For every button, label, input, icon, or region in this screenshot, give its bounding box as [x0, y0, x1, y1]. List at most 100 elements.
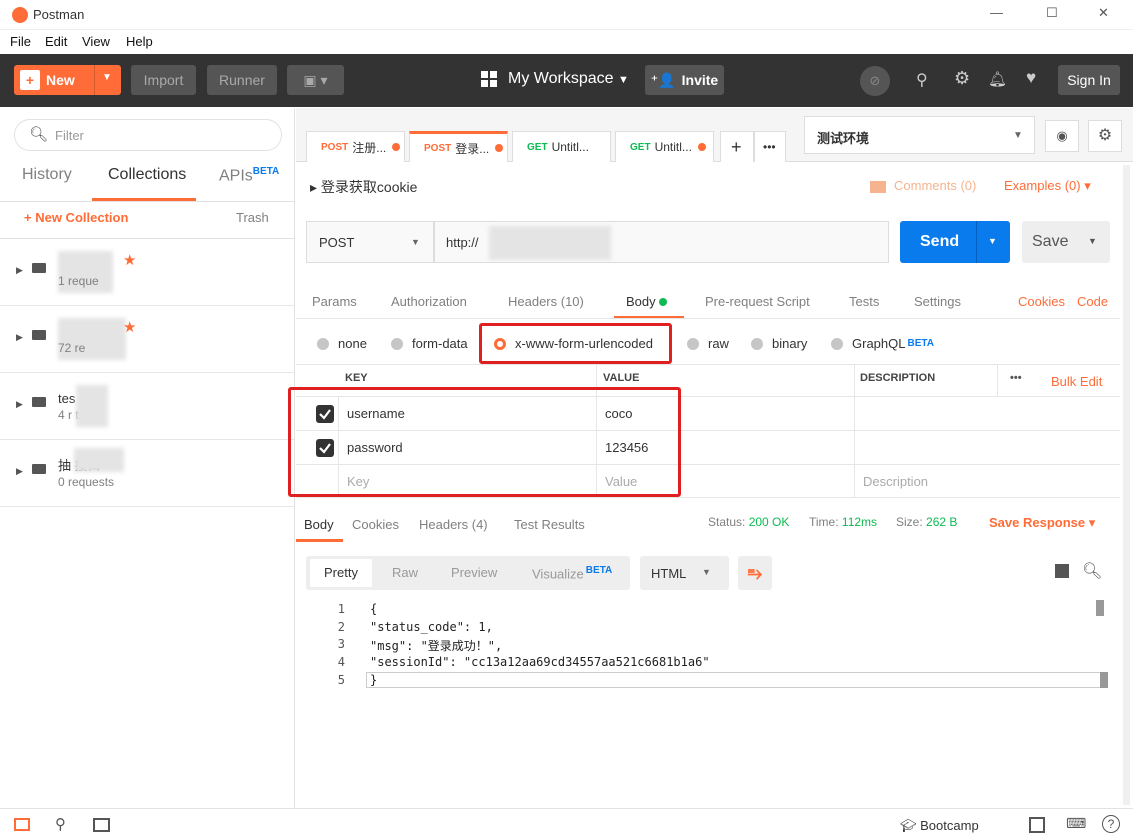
tab-tests[interactable]: Tests [849, 294, 879, 309]
view-raw[interactable]: Raw [392, 565, 418, 580]
new-window-button[interactable]: ▣ ▾ [287, 65, 344, 95]
tab-collections[interactable]: Collections [108, 166, 186, 184]
minimize-button[interactable]: — [990, 5, 1003, 20]
tab-pre-request-script[interactable]: Pre-request Script [705, 294, 810, 309]
save-response-button[interactable]: Save Response ▾ [989, 515, 1095, 531]
response-tab-test-results[interactable]: Test Results [514, 517, 585, 532]
url-input[interactable]: http:// 0/api/login [434, 221, 889, 263]
trash-button[interactable]: Trash [236, 210, 269, 225]
highlight-box [288, 387, 681, 497]
menu-help[interactable]: Help [126, 34, 153, 49]
folder-icon [32, 330, 46, 340]
collection-item[interactable]: ▶ 抽 接口 0 requests [0, 440, 294, 507]
star-icon: ★ [123, 319, 137, 336]
tab-request[interactable]: GET Untitl... [512, 131, 611, 162]
tab-params[interactable]: Params [312, 294, 357, 309]
radio-none[interactable]: none [317, 336, 367, 351]
save-button[interactable]: Save ▼ [1022, 221, 1110, 263]
interceptor-icon[interactable]: ⚲ [916, 70, 928, 90]
collection-item[interactable]: ▶ ★ 72 re [0, 306, 294, 373]
request-title[interactable]: ▸ 登录获取cookie [310, 177, 417, 197]
chevron-down-icon: ▼ [411, 237, 420, 247]
environment-selector[interactable]: 测试环境 ▼ [804, 116, 1035, 154]
radio-graphql[interactable]: GraphQL BETA [831, 336, 934, 351]
new-description-input[interactable]: Description [863, 474, 928, 489]
code-link[interactable]: Code [1077, 294, 1108, 309]
help-icon[interactable]: ? [1102, 815, 1120, 833]
response-tab-body[interactable]: Body [304, 517, 334, 532]
workspace-selector[interactable]: My Workspace ▼ [508, 70, 629, 88]
sidebar-toggle-icon[interactable] [14, 818, 30, 831]
menu-view[interactable]: View [82, 34, 110, 49]
response-tab-cookies[interactable]: Cookies [352, 517, 399, 532]
collection-item[interactable]: ▶ tes ▮口 4 r ts [0, 373, 294, 440]
runner-button[interactable]: Runner [207, 65, 277, 95]
folder-icon [32, 263, 46, 273]
tab-request-active[interactable]: POST 登录... [409, 131, 508, 162]
gear-icon[interactable]: ⚙ [1088, 120, 1122, 152]
bulk-edit-button[interactable]: Bulk Edit [1051, 374, 1102, 389]
tab-settings[interactable]: Settings [914, 294, 961, 309]
add-tab-button[interactable]: + [720, 131, 754, 162]
chevron-right-icon: ▶ [16, 332, 23, 342]
two-pane-icon[interactable] [1029, 817, 1045, 833]
bootcamp-button[interactable]: 🎓︎ Bootcamp [900, 818, 979, 834]
collection-item[interactable]: ▶ ★ 1 reque [0, 239, 294, 306]
heart-icon[interactable]: ♥ [1026, 68, 1036, 88]
method-select[interactable]: POST ▼ [306, 221, 434, 263]
main-scrollbar[interactable] [1123, 165, 1130, 805]
new-collection-button[interactable]: + New Collection [24, 210, 128, 225]
maximize-button[interactable]: ☐ [1046, 5, 1058, 21]
scrollbar[interactable] [1096, 600, 1104, 616]
radio-binary[interactable]: binary [751, 336, 807, 351]
tab-history[interactable]: History [22, 166, 72, 184]
scrollbar[interactable] [1100, 672, 1108, 688]
wrap-lines-icon[interactable]: ⥱ [738, 556, 772, 590]
more-tabs-button[interactable]: ••• [754, 131, 786, 162]
new-button[interactable]: + New ▼ [14, 65, 121, 95]
send-button[interactable]: Send ▼ [900, 221, 1010, 263]
response-size: Size: 262 B [896, 515, 958, 529]
view-pretty[interactable]: Pretty [310, 559, 372, 587]
tab-headers[interactable]: Headers (10) [508, 294, 584, 309]
invite-button[interactable]: ⁺👤 Invite [645, 65, 724, 95]
cookies-link[interactable]: Cookies [1018, 294, 1065, 309]
tab-body[interactable]: Body [626, 294, 668, 309]
radio-form-data[interactable]: form-data [391, 336, 468, 351]
close-button[interactable]: ✕ [1098, 5, 1109, 21]
folder-icon [32, 397, 46, 407]
radio-raw[interactable]: raw [687, 336, 729, 351]
copy-icon[interactable] [1055, 564, 1069, 578]
search-icon[interactable]: 🔍︎ [1082, 561, 1102, 581]
filter-input[interactable]: 🔍︎ Filter [14, 119, 282, 151]
title-bar: Postman — ☐ ✕ [0, 0, 1133, 30]
tab-authorization[interactable]: Authorization [391, 294, 467, 309]
response-tab-headers[interactable]: Headers (4) [419, 517, 488, 532]
tab-request[interactable]: GET Untitl... [615, 131, 714, 162]
view-visualize[interactable]: Visualize BETA [532, 565, 612, 581]
comments-button[interactable]: Comments (0) [870, 178, 976, 193]
import-button[interactable]: Import [131, 65, 196, 95]
tab-apis[interactable]: APIsBETA [219, 166, 279, 185]
bell-icon[interactable]: 🔔︎ [988, 70, 1007, 88]
settings-icon[interactable]: ⚙ [954, 68, 970, 89]
more-options-button[interactable]: ••• [1010, 372, 1022, 384]
console-icon[interactable] [93, 818, 110, 832]
folder-icon [32, 464, 46, 474]
highlight-box [479, 323, 672, 364]
tab-request[interactable]: POST 注册... [306, 131, 405, 162]
format-select[interactable]: HTML ▼ [640, 556, 729, 590]
eye-icon[interactable]: ◉ [1045, 120, 1079, 152]
sign-in-button[interactable]: Sign In [1058, 65, 1120, 95]
keyboard-icon[interactable]: ⌨ [1066, 815, 1086, 832]
examples-button[interactable]: Examples (0) ▾ [1004, 178, 1091, 194]
add-user-icon: ⁺👤 [650, 71, 676, 88]
find-icon[interactable]: ⚲ [55, 815, 66, 833]
chevron-down-icon: ▼ [1013, 130, 1023, 141]
view-preview[interactable]: Preview [451, 565, 497, 580]
comment-icon [870, 180, 886, 193]
column-description: DESCRIPTION [860, 372, 936, 384]
menu-edit[interactable]: Edit [45, 34, 67, 49]
sync-off-icon[interactable]: ⊘ [860, 66, 890, 96]
menu-file[interactable]: File [10, 34, 31, 49]
